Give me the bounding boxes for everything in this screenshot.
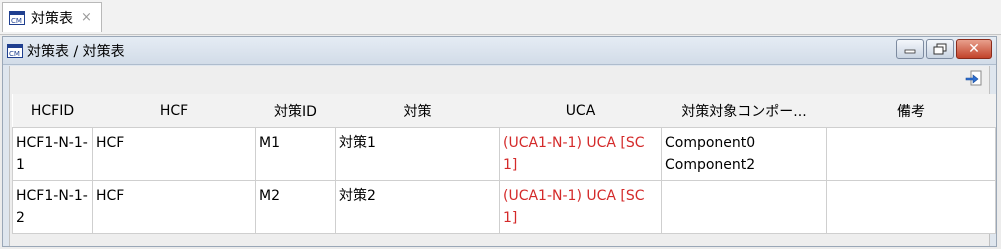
cell-hcfid[interactable]: HCF1-N-1-1 [12, 127, 93, 181]
col-header-hcf[interactable]: HCF [92, 94, 256, 128]
svg-text:CM: CM [11, 17, 22, 25]
cell-hcf[interactable]: HCF [92, 180, 256, 234]
col-header-measure-id[interactable]: 対策ID [255, 94, 336, 128]
col-header-hcfid[interactable]: HCFID [12, 94, 93, 128]
minimize-button[interactable] [896, 39, 924, 59]
cell-measure-id[interactable]: M1 [255, 127, 336, 181]
col-header-note[interactable]: 備考 [826, 94, 996, 128]
table-row[interactable]: HCF1-N-1-1 HCF M1 対策1 (UCA1-N-1) UCA [SC… [12, 127, 996, 181]
content-area: HCFID HCF 対策ID 対策 UCA 対策対象コンポー... 備考 HCF… [9, 66, 996, 246]
tab-countermeasure-table[interactable]: CM 対策表 × [2, 2, 102, 32]
cell-target-components[interactable] [661, 180, 827, 234]
cm-icon: CM [9, 10, 25, 25]
cell-note[interactable] [826, 180, 996, 234]
window-controls: ✕ [894, 39, 992, 59]
restore-button[interactable] [926, 39, 954, 59]
window-titlebar[interactable]: CM 対策表 / 対策表 ✕ [3, 37, 996, 65]
cell-note[interactable] [826, 127, 996, 181]
countermeasure-table: HCFID HCF 対策ID 対策 UCA 対策対象コンポー... 備考 HCF… [12, 94, 996, 234]
cell-target-components[interactable]: Component0 Component2 [661, 127, 827, 181]
tab-strip: CM 対策表 × [0, 0, 1001, 35]
col-header-measure[interactable]: 対策 [335, 94, 500, 128]
cell-uca[interactable]: (UCA1-N-1) UCA [SC1] [499, 127, 662, 181]
toolbar [10, 66, 989, 92]
cell-measure[interactable]: 対策2 [335, 180, 500, 234]
restore-icon [933, 43, 947, 55]
window-title: 対策表 / 対策表 [27, 43, 125, 60]
tab-label: 対策表 [31, 10, 73, 27]
cell-hcfid[interactable]: HCF1-N-1-2 [12, 180, 93, 234]
close-button[interactable]: ✕ [956, 39, 992, 59]
target-component: Component2 [665, 157, 756, 173]
cell-uca[interactable]: (UCA1-N-1) UCA [SC1] [499, 180, 662, 234]
svg-text:CM: CM [9, 50, 20, 58]
cell-measure-id[interactable]: M2 [255, 180, 336, 234]
col-header-target-component[interactable]: 対策対象コンポー... [661, 94, 827, 128]
minimize-icon [904, 49, 916, 54]
cell-measure[interactable]: 対策1 [335, 127, 500, 181]
countermeasure-window: CM 対策表 / 対策表 ✕ HCFID HCF 対策ID 対策 UCA 対策対… [2, 36, 997, 247]
tab-close-icon[interactable]: × [81, 10, 92, 25]
close-icon: ✕ [968, 41, 980, 57]
table-row[interactable]: HCF1-N-1-2 HCF M2 対策2 (UCA1-N-1) UCA [SC… [12, 180, 996, 234]
col-header-uca[interactable]: UCA [499, 94, 662, 128]
target-component: Component0 [665, 135, 756, 151]
table-header-row: HCFID HCF 対策ID 対策 UCA 対策対象コンポー... 備考 [12, 94, 996, 128]
cell-hcf[interactable]: HCF [92, 127, 256, 181]
cm-icon: CM [7, 43, 23, 58]
export-arrow-icon[interactable] [965, 69, 983, 87]
